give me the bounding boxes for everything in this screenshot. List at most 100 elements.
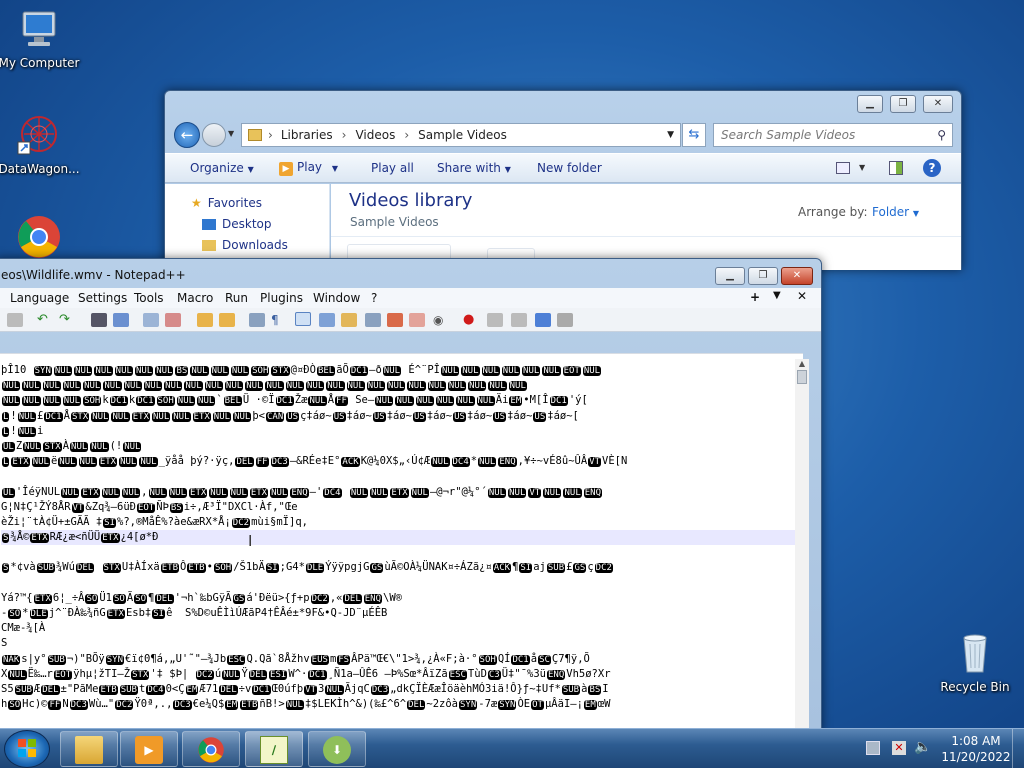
play-all-button[interactable]: Play all	[371, 161, 414, 175]
editor-line[interactable]: G¦N‡Ç¹ŽÝ8ÅR VT &Zq¾—6üÐ EOT ÑÞ BS i÷,Æ³Ï"DXCl·…	[1, 500, 803, 515]
vertical-scrollbar[interactable]: ▲	[795, 359, 809, 731]
minimize-button[interactable]: ▁	[715, 267, 745, 285]
paste-icon[interactable]	[7, 313, 23, 327]
clock[interactable]: 1:08 AM 11/20/2022	[936, 733, 1016, 765]
folder-as-workspace-icon[interactable]	[387, 313, 403, 327]
volume-icon[interactable]: 🔈	[914, 739, 931, 755]
scroll-up-arrow[interactable]: ▲	[795, 359, 809, 368]
indent-guide-icon[interactable]	[295, 312, 311, 326]
editor-line[interactable]: þÎ10 SYN NUL NUL NUL NUL NUL NUL BS NUL NUL NUL SOH…	[1, 363, 803, 378]
network-icon[interactable]	[866, 741, 880, 755]
taskbar-chrome-button[interactable]	[182, 731, 240, 767]
breadcrumb-libraries[interactable]: Libraries	[281, 128, 333, 142]
nav-downloads[interactable]: Downloads	[202, 238, 288, 252]
organize-button[interactable]: Organize ▼	[190, 161, 254, 175]
desktop-icon-datawagon[interactable]: DataWagon...	[0, 112, 83, 176]
editor-line[interactable]: h SO Hc)© FF N DC3 Wù…" DC2 Ÿ0ª,., DC3 €e¼Q$ EM ETB ñ…	[1, 697, 803, 712]
address-bar[interactable]: › Libraries › Videos › Sample Videos ▼	[241, 123, 681, 147]
editor[interactable]: þÎ10 SYN NUL NUL NUL NUL NUL NUL BS NUL NUL NUL SOH…	[0, 353, 803, 731]
editor-line[interactable]: UL Z NUL STX À NUL NUL (! NUL	[1, 439, 803, 454]
replace-icon[interactable]	[113, 313, 129, 327]
menu-macro[interactable]: Macro	[177, 291, 213, 305]
editor-line[interactable]: S	[1, 636, 803, 651]
refresh-button[interactable]: ⇆	[682, 123, 706, 147]
close-button[interactable]: ✕	[923, 95, 953, 113]
editor-line[interactable]: NUL NUL NUL NUL NUL NUL NUL NUL NUL NUL NUL NUL NUL N…	[1, 378, 803, 393]
maximize-button[interactable]: ❐	[748, 267, 778, 285]
editor-line[interactable]: Yá?™{ETX 6¦_÷Â SO Ü1 SO Ã SO ¶ DEL '¬h`‰bGÿÃ GS á'Ð…	[1, 591, 803, 606]
editor-line[interactable]	[1, 576, 803, 591]
taskbar-media-player-button[interactable]: ▶	[120, 731, 178, 767]
taskbar-explorer-button[interactable]	[60, 731, 118, 767]
editor-line[interactable]: S5 SUB Æ DEL ±"PãMe ETB SUB t DC4 0<Ç EM Æ71 DEL ÷v DC…	[1, 682, 803, 697]
run-macro-multiple-icon[interactable]	[535, 313, 551, 327]
taskbar-notepad-plus-plus-button[interactable]: ∕	[245, 731, 303, 767]
nav-favorites[interactable]: ★ Favorites	[191, 196, 262, 210]
menu-settings[interactable]: Settings	[78, 291, 127, 305]
share-with-button[interactable]: Share with ▼	[437, 161, 511, 175]
chevron-down-icon[interactable]: ▼	[773, 290, 781, 301]
editor-line[interactable]: ‐ SO * DLE j^¨ÐÀ‰¾ñG ETX Esb‡ SI ê S%D©uÊÌìÚÆãP4…	[1, 606, 803, 621]
menu-help[interactable]: ?	[371, 291, 377, 305]
word-wrap-icon[interactable]	[249, 313, 265, 327]
menu-run[interactable]: Run	[225, 291, 248, 305]
stop-macro-icon[interactable]	[487, 313, 503, 327]
back-button[interactable]: ←	[174, 122, 200, 148]
eye-icon[interactable]: ◉	[433, 313, 449, 327]
search-box[interactable]: Search Sample Videos ⚲	[713, 123, 953, 147]
show-desktop-button[interactable]	[1012, 729, 1024, 768]
sync-horizontal-icon[interactable]	[219, 313, 235, 327]
minimize-button[interactable]: ▁	[857, 95, 883, 113]
user-language-icon[interactable]	[319, 313, 335, 327]
scroll-thumb[interactable]	[797, 370, 807, 384]
sync-vertical-icon[interactable]	[197, 313, 213, 327]
play-button[interactable]: ▶ Play ▼	[279, 160, 338, 176]
editor-line[interactable]: UL 'ÎéÿNUL NUL ETX NUL NUL, NUL NUL ETX NUL NUL ETX…	[1, 485, 803, 500]
menu-plugins[interactable]: Plugins	[260, 291, 303, 305]
close-button[interactable]: ✕	[781, 267, 813, 285]
menu-language[interactable]: Language	[10, 291, 69, 305]
search-input[interactable]: Search Sample Videos	[721, 128, 855, 142]
desktop-icon-recycle-bin[interactable]: Recycle Bin	[931, 630, 1019, 694]
editor-line[interactable]	[1, 545, 803, 560]
editor-line[interactable]: L ETX NUL ë NUL NUL ETX NUL NUL _ÿåå þý?·ÿç, DEL FF…	[1, 454, 803, 469]
maximize-button[interactable]: ❐	[890, 95, 916, 113]
record-macro-icon[interactable]: ●	[463, 313, 479, 327]
breadcrumb-sample-videos[interactable]: Sample Videos	[418, 128, 507, 142]
editor-line[interactable]: NUL NUL NUL NUL SOH k DC1 k DC1 SOH NUL NUL ` BEL Ü ·©…	[1, 393, 803, 408]
editor-line[interactable]	[1, 469, 803, 484]
action-center-icon[interactable]: ✕	[892, 741, 906, 755]
arrange-by-dropdown[interactable]: Folder ▼	[872, 205, 919, 219]
menu-window[interactable]: Window	[313, 291, 360, 305]
function-list-icon[interactable]	[365, 313, 381, 327]
show-all-characters-icon[interactable]: ¶	[271, 313, 287, 327]
new-folder-button[interactable]: New folder	[537, 161, 602, 175]
change-view-icon[interactable]	[836, 162, 850, 174]
start-button[interactable]	[4, 730, 50, 768]
desktop-icon-chrome[interactable]	[0, 214, 83, 264]
editor-line[interactable]: CMæ-¾[À	[1, 621, 803, 636]
chevron-down-icon[interactable]: ▼	[859, 163, 865, 172]
editor-line[interactable]: X NUL Ë‰…r EOT ÿhµ¦žTI—Ž STX '‡ $Þ| DC2 ú NUL Ÿ DE…	[1, 667, 803, 682]
editor-line[interactable]: èŽi¦¨tÀ¢Ü+±GÃÃ ‡ SI %?,®MåÊ%?àe&æRX*Å¡ DC2 m…	[1, 515, 803, 530]
nav-desktop[interactable]: Desktop	[202, 217, 272, 231]
zoom-in-icon[interactable]	[143, 313, 159, 327]
save-macro-icon[interactable]	[557, 313, 573, 327]
play-macro-icon[interactable]	[511, 313, 527, 327]
taskbar-install-button[interactable]: ⬇	[308, 731, 366, 767]
editor-line[interactable]: S ¾Å© ETX RÆ¿æ<ñÜÜ ETX ¿4[ø*Ð	[1, 530, 803, 546]
desktop-icon-my-computer[interactable]: My Computer	[0, 6, 83, 70]
editor-line[interactable]: S *¢và SUB ¾Wú DEL STX U‡ÀÍxä ETB Ô ETB • SOH/Š1bÄ…	[1, 560, 803, 575]
editor-line[interactable]: L! NUL £ DC1 Å STX NUL NUL ETX NUL NUL ETX NUL NUL þ< C…	[1, 409, 803, 424]
help-icon[interactable]: ?	[923, 159, 941, 177]
close-document-icon[interactable]: ✕	[797, 289, 807, 303]
find-icon[interactable]	[91, 313, 107, 327]
monitoring-icon[interactable]	[409, 313, 425, 327]
redo-icon[interactable]: ↷	[59, 313, 75, 327]
preview-pane-icon[interactable]	[889, 161, 903, 175]
editor-line[interactable]: L! NUL i	[1, 424, 803, 439]
forward-button[interactable]	[202, 123, 226, 147]
editor-text[interactable]: þÎ10 SYN NUL NUL NUL NUL NUL NUL BS NUL NUL NUL SOH…	[0, 354, 803, 712]
zoom-out-icon[interactable]	[165, 313, 181, 327]
document-map-icon[interactable]	[341, 313, 357, 327]
